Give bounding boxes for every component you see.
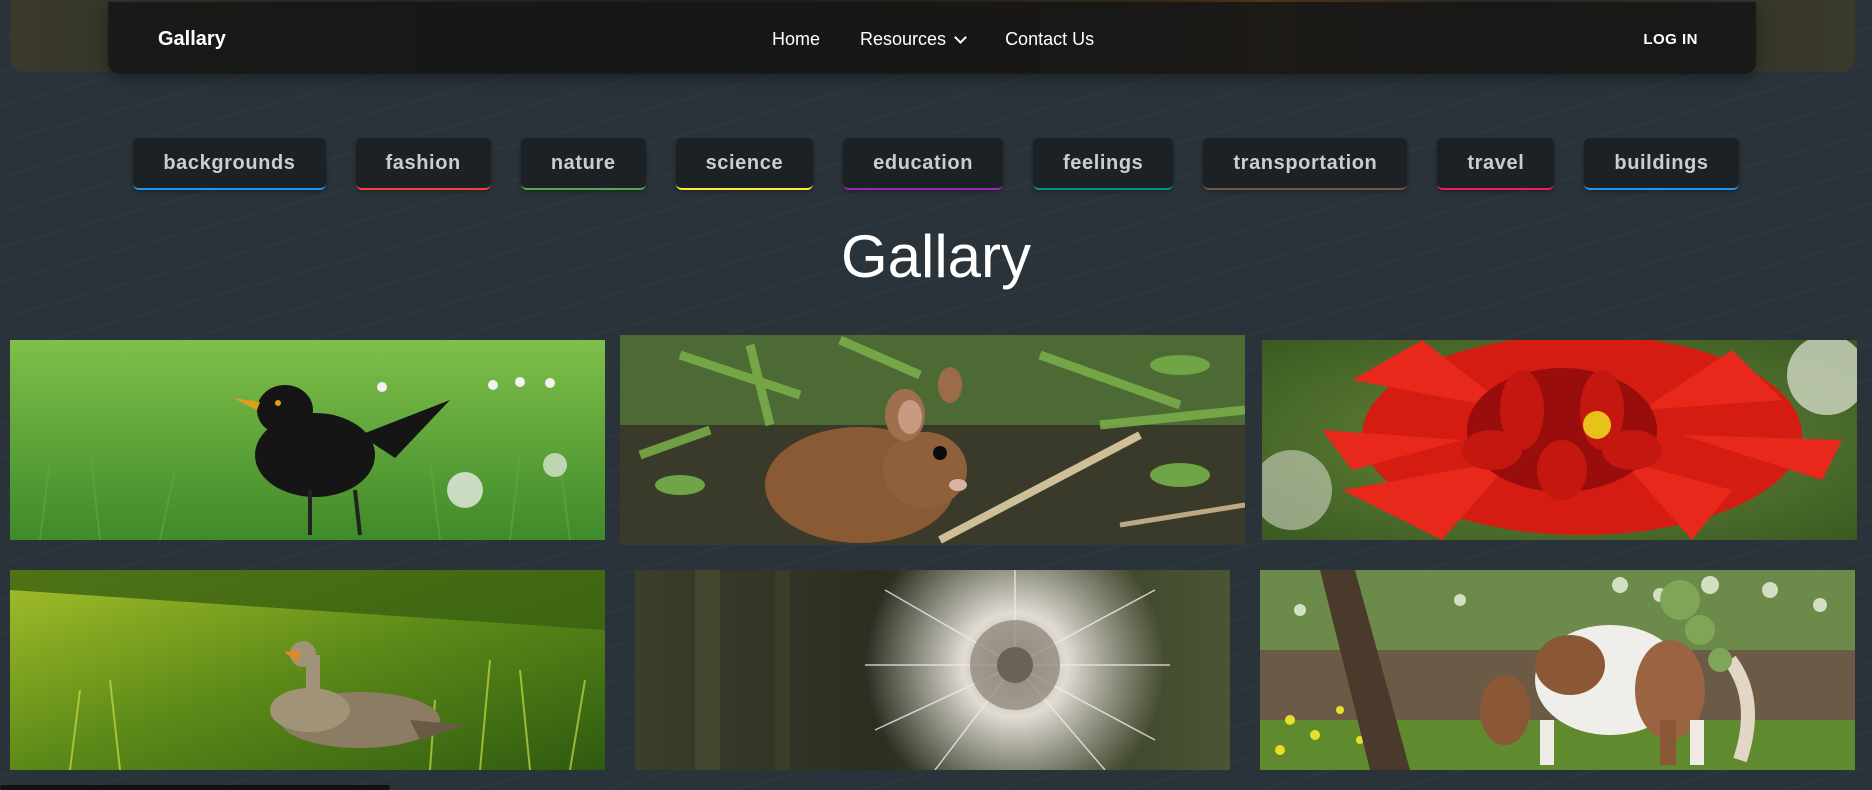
page-title: Gallary [840,223,1032,290]
category-label: transportation [1233,151,1378,174]
dandelion-seedhead-image[interactable] [635,570,1230,770]
goose-image[interactable] [10,570,605,770]
category-education[interactable]: education [843,138,1004,190]
pony-image[interactable] [1260,570,1855,770]
category-buildings[interactable]: buildings [1584,138,1739,190]
chevron-down-icon [954,30,967,44]
nav-link-contact-label: Contact Us [1005,29,1095,49]
category-travel[interactable]: travel [1437,138,1555,190]
category-backgrounds[interactable]: backgrounds [133,138,326,190]
category-fashion[interactable]: fashion [355,138,491,190]
category-buttons: backgrounds fashion nature science educa… [0,138,1872,190]
nav-link-home[interactable]: Home [772,29,820,50]
category-label: education [873,151,974,174]
horizontal-scrollbar[interactable] [0,785,390,790]
brand-logo[interactable]: Gallary [158,28,226,51]
nav-link-resources-label: Resources [860,29,947,49]
category-label: backgrounds [163,151,296,174]
category-transportation[interactable]: transportation [1203,138,1408,190]
category-label: science [705,151,784,174]
category-feelings[interactable]: feelings [1033,138,1174,190]
category-label: nature [550,151,616,174]
nav-link-resources[interactable]: Resources [860,29,967,50]
nav-link-home-label: Home [772,29,821,49]
blackbird-image[interactable] [10,340,605,540]
mouse-image[interactable] [620,335,1245,545]
category-label: feelings [1063,151,1144,174]
category-label: travel [1467,151,1525,174]
login-button[interactable]: LOG IN [1643,31,1698,48]
category-science[interactable]: science [675,138,814,190]
category-label: buildings [1614,151,1709,174]
navbar: Gallary Home Resources Contact Us LOG IN [108,2,1756,74]
red-dahlia-image[interactable] [1262,340,1857,540]
nav-links: Home Resources Contact Us [772,29,1094,50]
category-nature[interactable]: nature [520,138,646,190]
category-label: fashion [385,151,461,174]
nav-link-contact[interactable]: Contact Us [1005,29,1094,50]
